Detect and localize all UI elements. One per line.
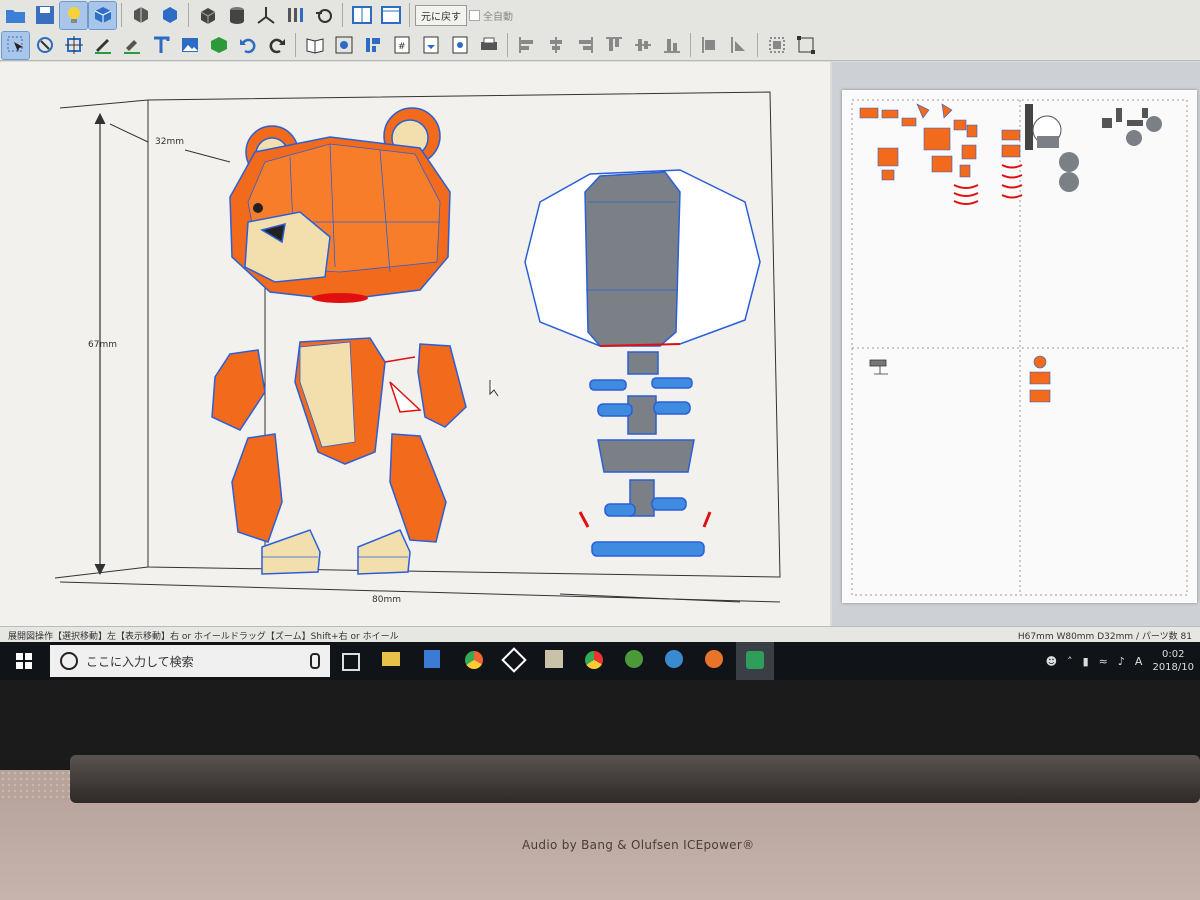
part-icon[interactable] bbox=[205, 32, 232, 59]
save-icon[interactable] bbox=[31, 2, 58, 29]
model-size-info: H67mm W80mm D32mm / パーツ数 81 bbox=[1017, 632, 1192, 642]
app-icon-4[interactable] bbox=[625, 650, 643, 668]
group-icon[interactable] bbox=[763, 32, 790, 59]
cylinder-icon[interactable] bbox=[223, 2, 250, 29]
search-placeholder: ここに入力して検索 bbox=[86, 654, 194, 669]
align-left-icon[interactable] bbox=[513, 32, 540, 59]
task-view-icon[interactable] bbox=[342, 653, 360, 671]
laptop-hinge bbox=[70, 755, 1200, 803]
align-center-icon[interactable] bbox=[542, 32, 569, 59]
box-icon[interactable] bbox=[194, 2, 221, 29]
svg-text:#: # bbox=[398, 42, 406, 52]
single-view-icon[interactable] bbox=[348, 2, 375, 29]
bars-icon[interactable] bbox=[281, 2, 308, 29]
export-icon[interactable] bbox=[417, 32, 444, 59]
edit-toolbar: # bbox=[0, 30, 1200, 61]
app-icon-5[interactable] bbox=[665, 650, 683, 668]
laptop-bezel bbox=[0, 680, 1200, 760]
file-explorer-icon[interactable] bbox=[382, 652, 400, 666]
edge-icon[interactable] bbox=[310, 2, 337, 29]
pepakura-taskbar-button[interactable] bbox=[736, 642, 774, 680]
unfold-icon[interactable] bbox=[127, 2, 154, 29]
auto-label: 全自動 bbox=[483, 11, 513, 23]
ungroup-icon[interactable] bbox=[792, 32, 819, 59]
dual-view-icon[interactable] bbox=[377, 2, 404, 29]
taskbar-search-box[interactable]: ここに入力して検索 bbox=[50, 645, 330, 677]
windows-taskbar: ここに入力して検索 ☻ ˄ ▮ ≈ ♪ A 0:02 2018/10 bbox=[0, 642, 1200, 680]
text-icon[interactable] bbox=[147, 32, 174, 59]
clock-date: 2018/10 bbox=[1152, 662, 1194, 673]
pdf-icon[interactable] bbox=[446, 32, 473, 59]
cortana-icon bbox=[60, 652, 78, 670]
parts-model[interactable] bbox=[524, 169, 761, 557]
open-folder-icon[interactable] bbox=[2, 2, 29, 29]
audio-branding: Audio by Bang & Olufsen ICEpower® bbox=[522, 838, 755, 852]
depth-dimension-label: 32mm bbox=[155, 137, 184, 147]
move-icon[interactable] bbox=[60, 32, 87, 59]
unfolded-parts bbox=[859, 103, 1162, 403]
chrome-icon[interactable] bbox=[585, 651, 603, 669]
battery-icon[interactable]: ▮ bbox=[1083, 655, 1089, 668]
ime-indicator[interactable]: A bbox=[1135, 655, 1143, 668]
wifi-icon[interactable]: ≈ bbox=[1099, 655, 1108, 668]
align-middle-icon[interactable] bbox=[629, 32, 656, 59]
store-icon[interactable] bbox=[424, 650, 440, 668]
chevron-up-icon[interactable]: ˄ bbox=[1067, 655, 1073, 668]
bear-model[interactable] bbox=[211, 107, 467, 575]
zoom-fit-icon[interactable] bbox=[330, 32, 357, 59]
bulb-icon[interactable] bbox=[59, 0, 88, 30]
paint-icon[interactable] bbox=[118, 32, 145, 59]
windows-start-icon[interactable] bbox=[16, 653, 32, 673]
clock-time: 0:02 bbox=[1161, 649, 1185, 660]
clock[interactable]: 0:02 2018/10 bbox=[1152, 648, 1194, 674]
undo-icon[interactable] bbox=[234, 32, 261, 59]
model-3d-viewport[interactable]: 32mm 67mm 80mm bbox=[0, 62, 830, 626]
microphone-icon[interactable] bbox=[310, 653, 320, 669]
distribute-v-icon[interactable] bbox=[725, 32, 752, 59]
system-tray: ☻ ˄ ▮ ≈ ♪ A 0:02 2018/10 bbox=[1046, 642, 1200, 680]
select-icon[interactable] bbox=[1, 30, 30, 60]
image-icon[interactable] bbox=[176, 32, 203, 59]
redo-icon[interactable] bbox=[263, 32, 290, 59]
paper-sheet[interactable] bbox=[842, 90, 1197, 603]
volume-icon[interactable]: ♪ bbox=[1118, 655, 1125, 668]
axis-icon[interactable] bbox=[252, 2, 279, 29]
app-icon-2[interactable] bbox=[501, 647, 527, 673]
align-top-icon[interactable] bbox=[600, 32, 627, 59]
shade-icon[interactable] bbox=[156, 2, 183, 29]
layout-icon[interactable] bbox=[359, 32, 386, 59]
pepakura-icon bbox=[746, 651, 764, 669]
sheet-grid bbox=[851, 99, 1188, 596]
status-bar: 展開図操作【選択移動】左【表示移動】右 or ホイールドラッグ【ズーム】Shif… bbox=[0, 626, 1200, 643]
status-hint: 展開図操作【選択移動】左【表示移動】右 or ホイールドラッグ【ズーム】Shif… bbox=[8, 632, 399, 642]
auto-checkbox[interactable]: 全自動 bbox=[469, 8, 513, 23]
book-icon[interactable] bbox=[301, 32, 328, 59]
align-bottom-icon[interactable] bbox=[658, 32, 685, 59]
align-right-icon[interactable] bbox=[571, 32, 598, 59]
distribute-h-icon[interactable] bbox=[696, 32, 723, 59]
undo-button[interactable]: 元に戻す bbox=[415, 4, 467, 26]
pen-icon[interactable] bbox=[89, 32, 116, 59]
page-number-icon[interactable]: # bbox=[388, 32, 415, 59]
cube-view-icon[interactable] bbox=[88, 0, 117, 30]
app-icon-1[interactable] bbox=[465, 651, 483, 669]
print-icon[interactable] bbox=[475, 32, 502, 59]
rotate-icon[interactable] bbox=[31, 32, 58, 59]
mouse-cursor-icon bbox=[489, 380, 499, 397]
app-icon-6[interactable] bbox=[705, 650, 723, 668]
main-toolbar: 元に戻す 全自動 bbox=[0, 0, 1200, 30]
height-dimension-label: 67mm bbox=[88, 340, 117, 350]
people-icon[interactable]: ☻ bbox=[1046, 655, 1057, 668]
checkbox-box[interactable] bbox=[469, 9, 480, 21]
app-screen: 元に戻す 全自動 # 32mm 67mm 80mm 展開図操作【選択移動】左【表… bbox=[0, 0, 1200, 680]
app-icon-3[interactable] bbox=[545, 650, 563, 668]
width-dimension-label: 80mm bbox=[372, 595, 401, 605]
